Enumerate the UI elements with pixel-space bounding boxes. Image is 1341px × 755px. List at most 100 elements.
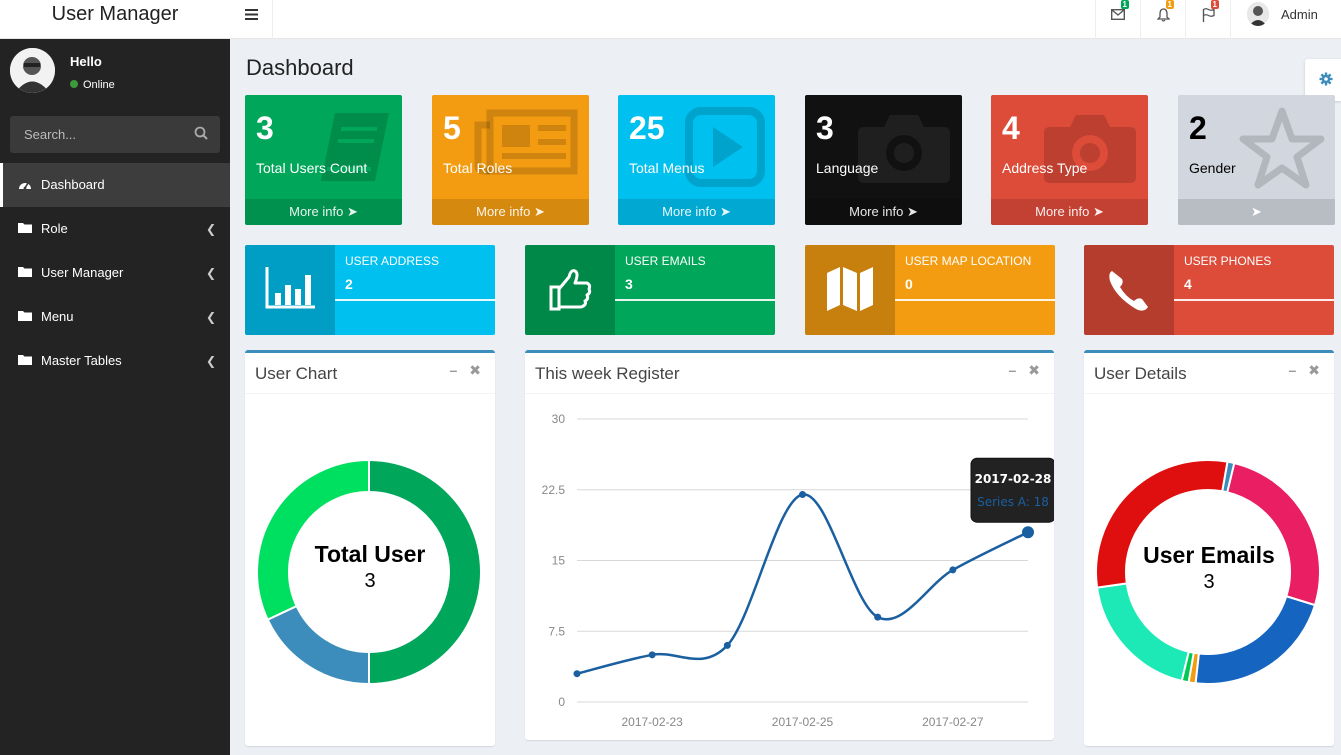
more-info-link[interactable]: More info ➤ — [618, 199, 775, 225]
sidebar-item-label: Role — [41, 221, 68, 236]
tasks-badge: 1 — [1210, 0, 1219, 9]
folder-icon — [18, 267, 32, 277]
sidebar: Hello Online Dashboard Role ❮ User Manag… — [0, 39, 230, 755]
info-value: 0 — [905, 276, 913, 292]
close-button[interactable]: ✖ — [1028, 362, 1040, 378]
info-value: 2 — [345, 276, 353, 292]
sidebar-item-menu[interactable]: Menu ❮ — [0, 295, 230, 339]
close-button[interactable]: ✖ — [469, 362, 481, 378]
arrow-circle-right-icon: ➤ — [533, 204, 545, 219]
search-input[interactable] — [10, 116, 180, 153]
admin-avatar — [1247, 2, 1269, 26]
arrow-circle-right-icon: ➤ — [906, 204, 918, 219]
page-title: Dashboard — [246, 55, 354, 80]
data-point[interactable] — [874, 613, 882, 621]
data-point[interactable] — [573, 670, 581, 678]
box-label: Address Type — [1002, 160, 1088, 176]
collapse-button[interactable]: – — [1288, 362, 1296, 378]
folder-icon — [18, 311, 32, 321]
more-info-link[interactable]: More info ➤ — [805, 199, 962, 225]
online-status: Online — [70, 79, 115, 91]
box-label: Gender — [1189, 160, 1236, 176]
flag-icon — [1202, 8, 1215, 22]
chart-tooltip — [970, 457, 1054, 523]
panel-title: User Details — [1094, 364, 1187, 383]
series-line — [576, 493, 1029, 675]
more-info-link[interactable]: More info ➤ — [432, 199, 589, 225]
user-name: Admin — [1281, 7, 1318, 22]
bell-icon — [1155, 8, 1171, 22]
close-button[interactable]: ✖ — [1308, 362, 1320, 378]
top-navbar: 1 1 1 Admin — [230, 0, 1341, 39]
collapse-button[interactable]: – — [1008, 362, 1016, 378]
search-icon[interactable] — [194, 126, 208, 140]
notifications-button[interactable]: 1 — [1140, 0, 1185, 39]
y-tick-label: 15 — [552, 554, 566, 568]
donut-center-label: User Emails — [1143, 542, 1275, 568]
app-logo[interactable]: User Manager — [0, 0, 230, 39]
info-title: USER MAP LOCATION — [905, 254, 1032, 268]
sidebar-item-dashboard[interactable]: Dashboard — [0, 163, 230, 207]
progress-bar — [895, 299, 1055, 301]
tasks-button[interactable]: 1 — [1185, 0, 1230, 39]
info-value: 3 — [625, 276, 633, 292]
x-tick-label: 2017-02-27 — [922, 715, 984, 729]
box-count: 3 — [256, 110, 274, 146]
sidebar-item-user-manager[interactable]: User Manager ❮ — [0, 251, 230, 295]
total-menus-box: 25 Total Menus More info ➤ — [618, 95, 775, 225]
main-content: Dashboard 3 Total Users Count More info … — [230, 39, 1341, 755]
week-register-panel: This week Register – ✖ 0 7.5 15 22.5 30 2017-0… — [525, 350, 1054, 740]
panel-title: This week Register — [535, 364, 680, 383]
donut-center-value: 3 — [364, 570, 376, 592]
info-title: USER ADDRESS — [345, 254, 440, 268]
chevron-left-icon: ❮ — [205, 266, 216, 280]
progress-bar — [335, 299, 495, 301]
dashboard-icon — [19, 182, 31, 190]
donut-slice — [1095, 582, 1190, 683]
arrow-circle-right-icon: ➤ — [719, 204, 731, 219]
messages-button[interactable]: 1 — [1095, 0, 1140, 39]
sidebar-item-label: Menu — [41, 309, 74, 324]
greeting-text: Hello — [70, 54, 102, 69]
more-info-link[interactable]: ➤ — [1178, 199, 1335, 225]
sidebar-item-label: Dashboard — [41, 177, 105, 192]
user-menu[interactable]: Admin — [1230, 0, 1341, 39]
chevron-left-icon: ❮ — [205, 354, 216, 368]
data-point[interactable] — [723, 641, 731, 649]
week-register-line-chart: 0 7.5 15 22.5 30 2017-02-23 2017-02-25 2017-02-… — [542, 412, 1054, 729]
user-emails-box: USER EMAILS 3 — [525, 245, 775, 335]
more-info-link[interactable]: More info ➤ — [991, 199, 1148, 225]
more-info-link[interactable]: More info ➤ — [245, 199, 402, 225]
sidebar-search — [10, 116, 220, 153]
box-label: Total Roles — [443, 160, 513, 176]
tooltip-title: 2017-02-28 — [975, 472, 1052, 486]
data-point[interactable] — [799, 490, 806, 498]
data-point[interactable] — [1022, 526, 1034, 539]
language-box: 3 Language More info ➤ — [805, 95, 962, 225]
sidebar-item-master-tables[interactable]: Master Tables ❮ — [0, 339, 230, 383]
sidebar-item-role[interactable]: Role ❮ — [0, 207, 230, 251]
info-title: USER EMAILS — [625, 254, 706, 268]
envelope-icon — [1110, 8, 1126, 21]
user-chart-panel: User Chart – ✖ Total User 3 — [245, 350, 495, 746]
chevron-left-icon: ❮ — [205, 222, 216, 236]
y-tick-label: 0 — [558, 695, 565, 709]
box-count: 3 — [816, 110, 834, 146]
box-count: 2 — [1189, 110, 1207, 146]
total-roles-box: 5 Total Roles More info ➤ — [432, 95, 589, 225]
star-icon — [1239, 107, 1325, 189]
folder-icon — [18, 223, 32, 233]
collapse-button[interactable]: – — [449, 362, 457, 378]
progress-bar — [615, 299, 775, 301]
gear-icon — [1319, 72, 1333, 86]
donut-slice — [256, 458, 370, 622]
progress-bar — [1174, 299, 1334, 301]
map-icon — [827, 267, 873, 311]
data-point[interactable] — [949, 566, 957, 574]
user-phones-box: USER PHONES 4 — [1084, 245, 1334, 335]
sidebar-item-label: Master Tables — [41, 353, 122, 368]
data-point[interactable] — [648, 651, 656, 659]
x-tick-label: 2017-02-25 — [772, 715, 834, 729]
sidebar-toggle-button[interactable] — [230, 0, 273, 39]
thumbs-up-icon — [549, 269, 592, 311]
